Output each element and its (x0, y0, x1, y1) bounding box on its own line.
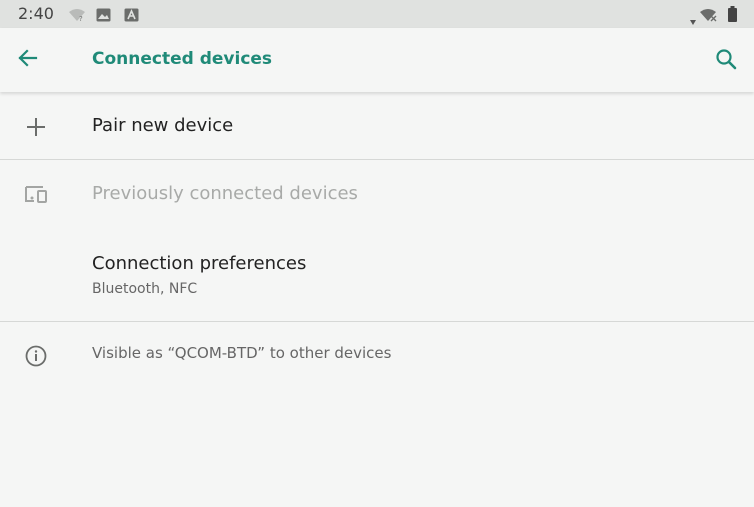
a-box-icon (124, 7, 139, 26)
status-time: 2:40 (18, 4, 54, 23)
devices-icon (22, 180, 50, 208)
arrow-back-icon (16, 46, 40, 74)
info-icon (22, 342, 50, 370)
previously-connected-devices-label: Previously connected devices (92, 183, 358, 204)
svg-text:?: ? (79, 15, 83, 22)
back-button[interactable] (14, 46, 42, 74)
battery-icon (728, 6, 737, 26)
search-icon (714, 47, 738, 75)
connection-preferences-summary: Bluetooth, NFC (92, 281, 198, 297)
divider (0, 321, 754, 322)
image-icon (96, 7, 111, 26)
screen: 2:40 ? Connected devices Pair new device… (0, 0, 754, 507)
visibility-info: Visible as “QCOM-BTD” to other devices (0, 324, 754, 384)
visibility-info-text: Visible as “QCOM-BTD” to other devices (92, 344, 392, 362)
app-bar: Connected devices (0, 28, 754, 92)
pair-new-device-label: Pair new device (92, 115, 234, 136)
page-title: Connected devices (92, 49, 273, 69)
status-bar: 2:40 ? (0, 0, 754, 28)
wifi-question-icon: ? (68, 7, 86, 26)
connection-preferences-label: Connection preferences (92, 253, 307, 274)
previously-connected-devices-item[interactable]: Previously connected devices (0, 162, 754, 226)
pair-new-device-item[interactable]: Pair new device (0, 94, 754, 160)
divider (0, 159, 754, 160)
plus-icon (22, 113, 50, 141)
search-button[interactable] (711, 46, 741, 76)
connection-preferences-item[interactable]: Connection preferences Bluetooth, NFC (0, 234, 754, 318)
wifi-off-icon (699, 7, 719, 26)
